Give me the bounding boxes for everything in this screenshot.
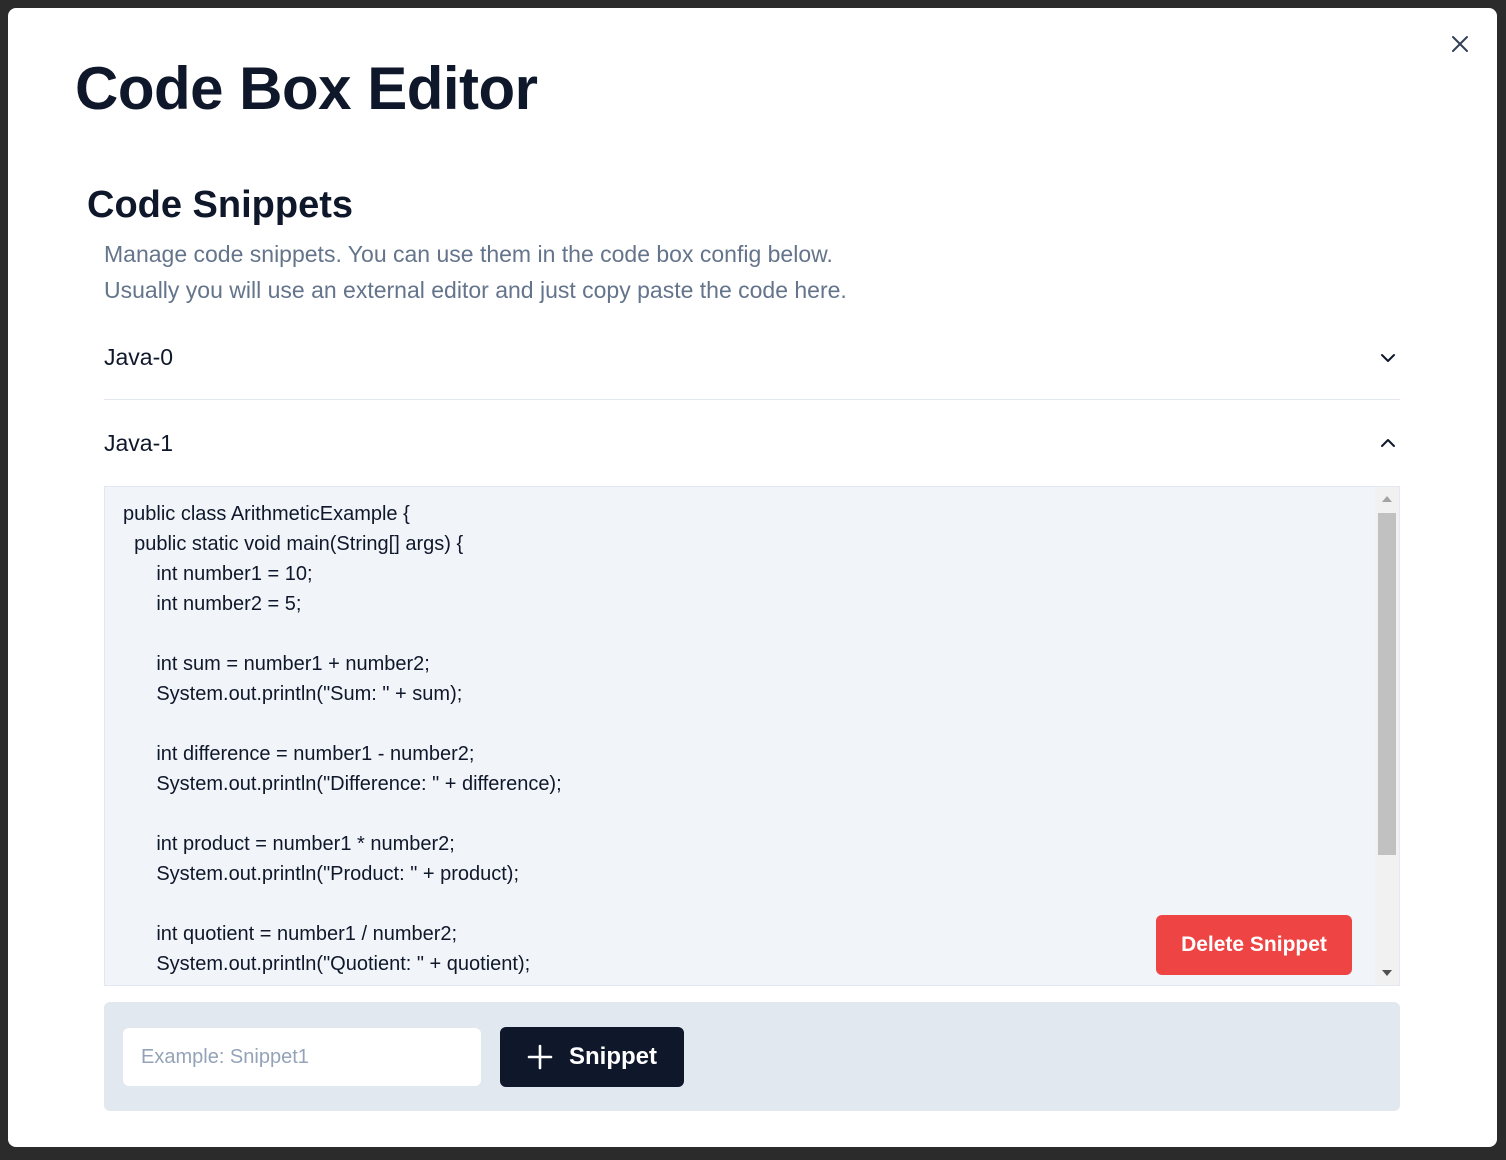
accordion-label: Java-1 xyxy=(104,429,174,456)
code-textarea[interactable]: public class ArithmeticExample { public … xyxy=(104,486,1400,986)
chevron-up-icon[interactable] xyxy=(1378,433,1398,453)
scroll-up-arrow-icon[interactable] xyxy=(1375,487,1399,511)
description-line-2: Usually you will use an external editor … xyxy=(104,277,847,303)
section-description: Manage code snippets. You can use them i… xyxy=(104,236,1104,308)
add-snippet-button[interactable]: Snippet xyxy=(500,1027,684,1087)
code-content[interactable]: public class ArithmeticExample { public … xyxy=(123,499,1369,979)
close-icon xyxy=(1452,36,1468,52)
accordion-label: Java-0 xyxy=(104,344,174,370)
add-snippet-bar: Snippet xyxy=(104,1002,1400,1111)
chevron-down-icon[interactable] xyxy=(1378,348,1398,368)
snippet-name-input[interactable] xyxy=(123,1028,481,1086)
section-title: Code Snippets xyxy=(87,184,354,226)
plus-icon xyxy=(527,1044,553,1070)
description-line-1: Manage code snippets. You can use them i… xyxy=(104,241,833,267)
scroll-thumb[interactable] xyxy=(1378,513,1396,855)
code-box-editor-modal: Code Box Editor Code Snippets Manage cod… xyxy=(8,8,1497,1147)
scroll-down-arrow-icon[interactable] xyxy=(1375,961,1399,985)
page-title: Code Box Editor xyxy=(75,55,538,122)
add-snippet-label: Snippet xyxy=(569,1043,657,1070)
snippet-accordion: Java-0 Java-1 public class ArithmeticExa… xyxy=(104,316,1400,986)
code-scrollbar[interactable] xyxy=(1375,487,1399,985)
close-button[interactable] xyxy=(1448,32,1472,56)
accordion-item-java-1[interactable]: Java-1 xyxy=(104,400,1400,486)
delete-snippet-button[interactable]: Delete Snippet xyxy=(1156,915,1352,975)
accordion-item-java-0[interactable]: Java-0 xyxy=(104,316,1400,400)
